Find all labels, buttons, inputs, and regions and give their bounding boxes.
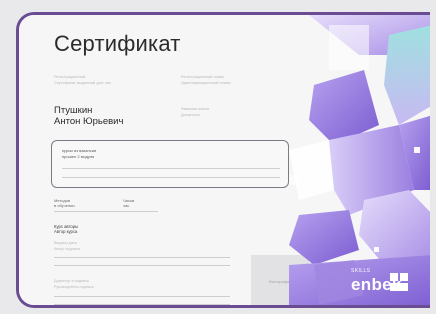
sparkle-left (289, 175, 299, 185)
stat-left: Методов в обучении (54, 198, 75, 208)
course-box-line-1: курсы из вакансии (62, 148, 97, 153)
stat-right-value: час (123, 203, 130, 208)
enbek-logo: SKILLS enbek (351, 268, 411, 305)
faint-date-label-1: Выдачи дата (54, 241, 77, 245)
course-box: курсы из вакансии прошел 2 модуля (51, 140, 289, 188)
sparkle-right (414, 147, 420, 153)
faint-label-top-right-1: Регистрационный номер (181, 75, 225, 79)
date-rule (54, 257, 230, 258)
date-rule-2 (54, 265, 230, 266)
faint-label-top-left-2: Сертификат, выданный для: сво (54, 81, 111, 85)
author-block: Курс авторы Автор курса (54, 224, 78, 234)
sparkle-lower (374, 247, 379, 252)
box-rule-2 (62, 177, 280, 178)
faint-date-label-2: Автор подписи (54, 247, 80, 251)
crystal-left-lower (289, 210, 359, 265)
viewer-background: Сертификат Регистрационный Сертификат, в… (0, 0, 436, 314)
certificate-paper: Сертификат Регистрационный Сертификат, в… (19, 15, 430, 305)
logo-skills-text: SKILLS (351, 268, 371, 274)
certificate-card: Сертификат Регистрационный Сертификат, в… (16, 12, 430, 308)
faint-label-top-left-1: Регистрационный (54, 75, 86, 79)
faint-label-mid-right-2: Должность (181, 113, 201, 117)
signature-rule (54, 296, 230, 297)
signature-rule-2 (54, 304, 230, 305)
crystal-right-lower (359, 190, 430, 265)
recipient-given-name: Антон Юрьевич (54, 116, 124, 127)
logo-mark-icon (390, 273, 408, 291)
stat-rule (54, 211, 158, 212)
decorative-crystal-art (289, 15, 430, 305)
course-box-text: курсы из вакансии прошел 2 модуля (62, 148, 96, 159)
certificate-title: Сертификат (54, 31, 181, 56)
stat-right: Часов час (123, 198, 134, 208)
recipient-name: Птушкин Антон Юрьевич (54, 105, 123, 127)
faint-sig-label-2: Руководитель подпись (54, 285, 94, 289)
faint-sig-label-1: Директор и подпись (54, 279, 90, 283)
white-gap-left (289, 140, 334, 200)
recipient-surname: Птушкин (54, 105, 93, 116)
course-box-line-2: прошел 2 модуля (62, 153, 95, 159)
faint-label-mid-right-1: Фамилия имени (181, 107, 210, 111)
crystal-glint-top (329, 25, 369, 70)
author-line-2: Автор курса (54, 229, 78, 235)
faint-label-top-right-2: Идентификационный номер (181, 81, 231, 85)
crystal-teal (384, 25, 430, 125)
stat-left-value: в обучении (54, 203, 75, 208)
box-rule-1 (62, 168, 280, 169)
